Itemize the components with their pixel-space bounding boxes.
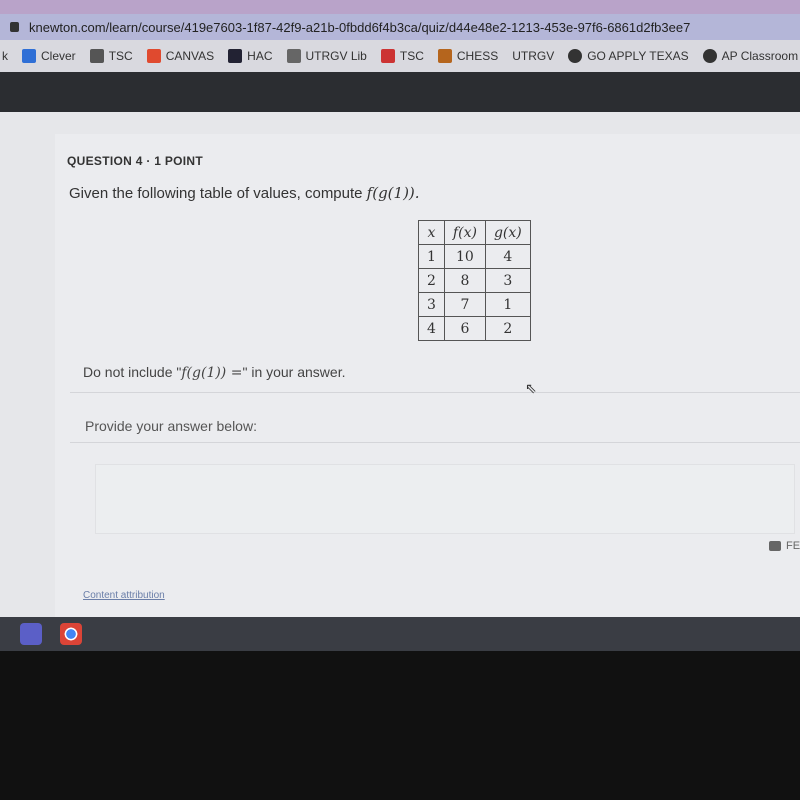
bookmark-label: HAC <box>247 49 273 63</box>
mouse-cursor-icon: ⇖ <box>525 380 537 396</box>
table-cell: 7 <box>443 292 486 317</box>
bookmark-item[interactable]: TSC <box>380 49 424 63</box>
divider <box>70 392 800 393</box>
bookmark-label: k <box>2 49 8 63</box>
table-cell: 10 <box>443 244 486 269</box>
canvas-icon <box>146 49 161 63</box>
bookmark-label: TSC <box>108 49 133 63</box>
bookmark-label: UTRGV <box>512 49 555 63</box>
table-cell: 4 <box>484 244 531 269</box>
bookmark-item[interactable]: Clever <box>22 49 76 63</box>
note-before: Do not include " <box>83 364 182 380</box>
table-row: 462 <box>418 316 531 341</box>
table-header: x <box>418 220 445 245</box>
bookmark-label: GO APPLY TEXAS <box>587 49 689 63</box>
divider <box>70 442 800 443</box>
chrome-icon[interactable] <box>60 623 82 645</box>
table-row: 283 <box>418 268 531 293</box>
prompt-text: Given the following table of values, com… <box>69 185 367 202</box>
bookmark-item[interactable]: CANVAS <box>146 49 215 63</box>
table-row: 371 <box>418 292 531 317</box>
bookmark-item[interactable]: AP Classroom <box>702 49 799 63</box>
url-text[interactable]: knewton.com/learn/course/419e7603-1f87-4… <box>29 20 690 35</box>
bookmarks-bar: k Clever TSC CANVAS HAC UTRGV Lib TSC CHESS UTRG… <box>0 40 800 72</box>
bookmark-item[interactable]: GO APPLY TEXAS <box>568 49 689 63</box>
chess-pawn-icon <box>437 49 452 63</box>
table-header: f(x) <box>443 220 486 245</box>
table-cell: 1 <box>418 244 445 269</box>
answer-input[interactable] <box>95 464 795 534</box>
site-header <box>0 72 800 112</box>
clever-icon <box>22 49 36 63</box>
bookmark-label: CHESS <box>456 49 499 63</box>
teams-icon[interactable] <box>20 623 42 645</box>
answer-prompt: Provide your answer below: <box>85 418 257 434</box>
hac-icon <box>228 49 243 63</box>
bookmark-item[interactable]: HAC <box>228 49 273 63</box>
bookmark-item[interactable]: CHESS <box>437 49 499 63</box>
taskbar <box>0 617 800 651</box>
question-header: QUESTION 4 · 1 POINT <box>67 154 204 168</box>
question-prompt: Given the following table of values, com… <box>69 184 420 202</box>
answer-note: Do not include "f(g(1)) =" in your answe… <box>83 364 346 381</box>
bookmark-item[interactable]: TSC <box>89 49 133 63</box>
bookmark-label: TSC <box>399 49 424 63</box>
feedback-label: FE <box>786 540 800 552</box>
quiz-page: QUESTION 4 · 1 POINT Given the following… <box>0 112 800 617</box>
table-cell: 3 <box>484 268 531 293</box>
table-cell: 1 <box>484 292 531 317</box>
globe-icon <box>568 49 583 63</box>
bookmark-item[interactable]: UTRGV <box>512 49 554 63</box>
bookmark-label: UTRGV Lib <box>305 49 367 63</box>
bookmark-label: AP Classroom <box>721 49 799 63</box>
bookmark-item[interactable]: UTRGV Lib <box>286 49 367 63</box>
table-cell: 4 <box>418 316 445 341</box>
table-cell: 2 <box>418 268 445 293</box>
globe-icon <box>702 49 717 63</box>
note-math: f(g(1)) = <box>181 365 243 381</box>
table-cell: 6 <box>443 316 486 341</box>
lock-icon <box>10 22 19 32</box>
feedback-icon <box>769 541 781 551</box>
table-cell: 8 <box>443 268 486 293</box>
tsc-icon <box>89 49 104 63</box>
table-cell: 2 <box>484 316 531 341</box>
bookmark-label: CANVAS <box>165 49 215 63</box>
bookmark-label: Clever <box>41 49 76 63</box>
values-table: x f(x) g(x) 1 10 4 2 8 3 3 7 1 4 6 2 <box>418 220 531 341</box>
table-cell: 3 <box>418 292 445 317</box>
table-header: g(x) <box>484 220 531 245</box>
prompt-math: f(g(1)). <box>366 184 420 202</box>
table-row: 1 10 4 <box>418 244 531 269</box>
question-card: QUESTION 4 · 1 POINT Given the following… <box>55 134 800 617</box>
content-attribution-link[interactable]: Content attribution <box>83 590 165 601</box>
note-after: " in your answer. <box>242 364 346 380</box>
tsc-lobster-icon <box>380 49 395 63</box>
feedback-button[interactable]: FE <box>769 540 800 552</box>
address-bar[interactable]: knewton.com/learn/course/419e7603-1f87-4… <box>0 14 800 40</box>
bookmark-item[interactable]: k <box>2 49 8 63</box>
library-icon <box>286 49 301 63</box>
